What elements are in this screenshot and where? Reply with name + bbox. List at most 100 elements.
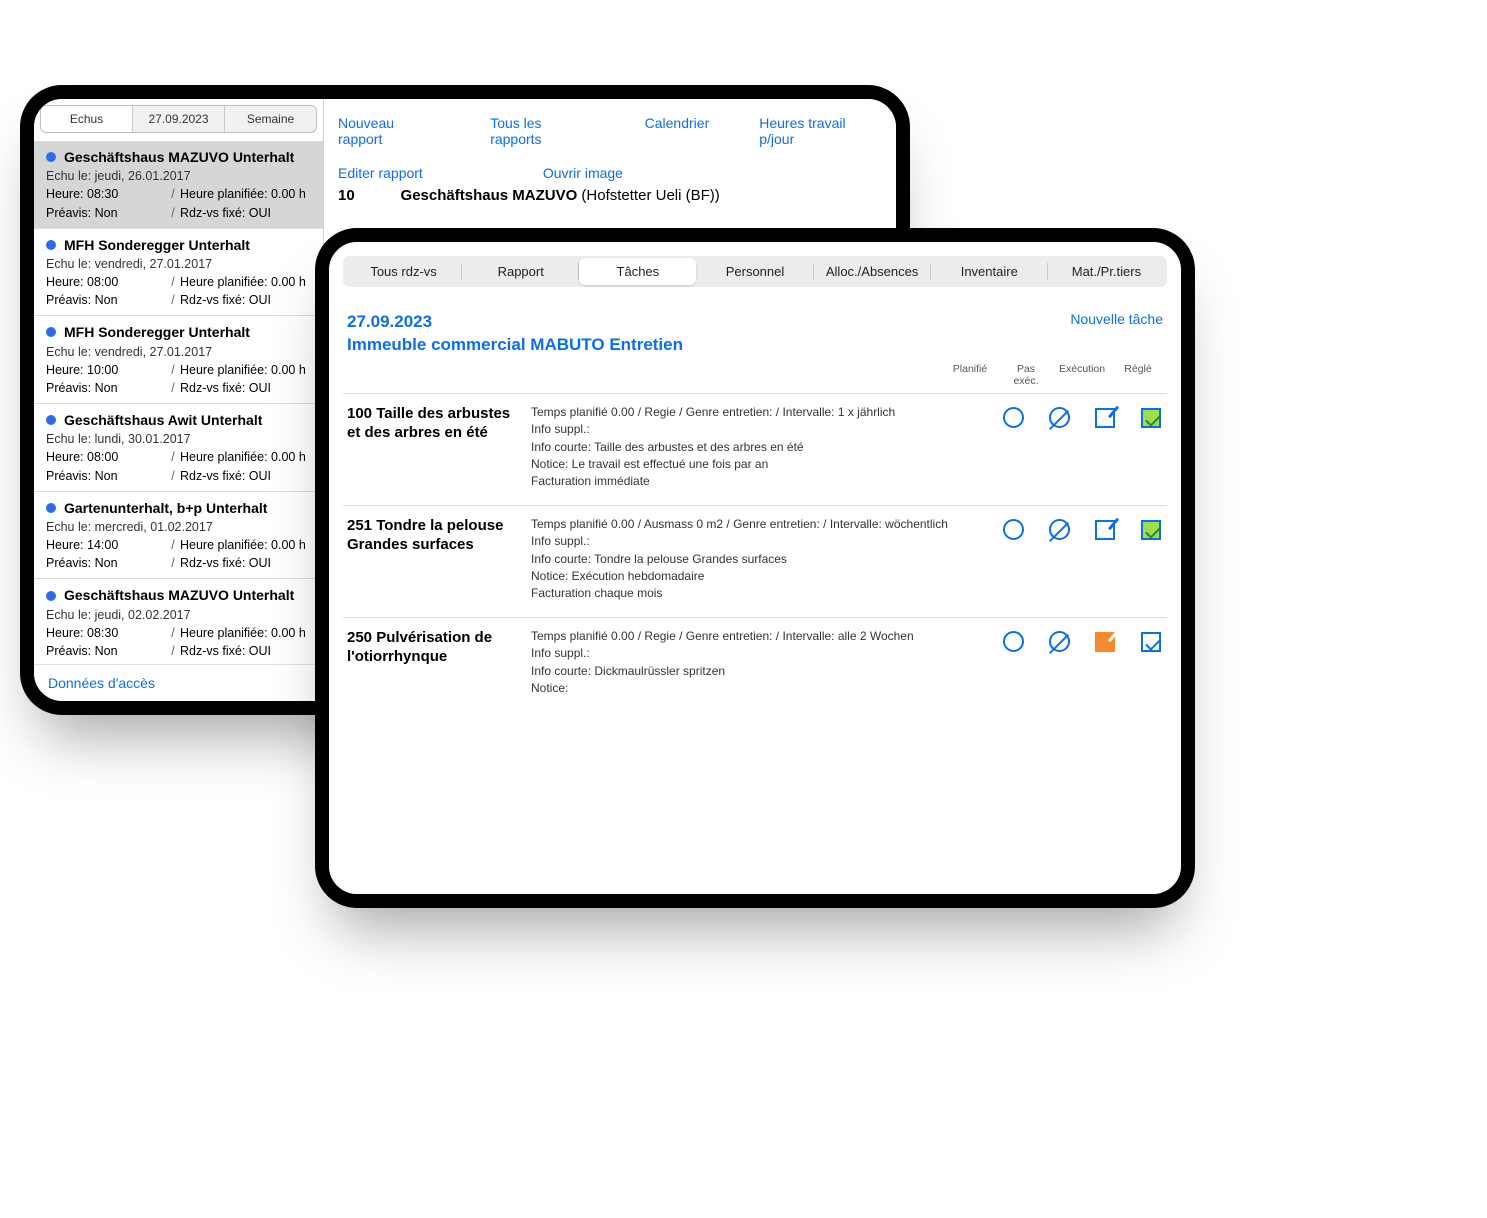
- status-dot-icon: [46, 503, 56, 513]
- tab-personnel[interactable]: Personnel: [696, 258, 813, 285]
- column-header: Planifié: [947, 363, 993, 387]
- segment-27-09-2023[interactable]: 27.09.2023: [133, 106, 225, 132]
- tab-alloc-absences[interactable]: Alloc./Absences: [814, 258, 931, 285]
- item-heure: Heure: 08:30: [46, 624, 166, 642]
- task-info-suppl: Info suppl.:: [531, 645, 987, 662]
- execution-icon[interactable]: [1093, 630, 1117, 654]
- link-heures-travail-p-jour[interactable]: Heures travail p/jour: [759, 115, 882, 147]
- list-item[interactable]: Gartenunterhalt, b+p UnterhaltEchu le: m…: [34, 492, 323, 580]
- item-planifiee: Heure planifiée: 0.00 h: [180, 273, 306, 291]
- task-title: 250 Pulvérisation de l'otiorrhynque: [347, 628, 517, 698]
- planned-icon[interactable]: [1001, 630, 1025, 654]
- task-info-courte: Info courte: Tondre la pelouse Grandes s…: [531, 551, 987, 568]
- item-planifiee: Heure planifiée: 0.00 h: [180, 624, 306, 642]
- item-planifiee: Heure planifiée: 0.00 h: [180, 536, 306, 554]
- link-calendrier[interactable]: Calendrier: [645, 115, 710, 147]
- tab-rapport[interactable]: Rapport: [462, 258, 579, 285]
- segment-echus[interactable]: Echus: [41, 106, 133, 132]
- header-date: 27.09.2023: [347, 311, 683, 334]
- list-item[interactable]: MFH Sonderegger UnterhaltEchu le: vendre…: [34, 316, 323, 404]
- column-header: Réglé: [1115, 363, 1161, 387]
- settled-icon[interactable]: [1139, 630, 1163, 654]
- segment-semaine[interactable]: Semaine: [225, 106, 316, 132]
- status-dot-icon: [46, 415, 56, 425]
- item-planifiee: Heure planifiée: 0.00 h: [180, 185, 306, 203]
- item-rdz: Rdz-vs fixé: OUI: [180, 204, 271, 222]
- item-title: Geschäftshaus MAZUVO Unterhalt: [64, 147, 294, 167]
- list-item[interactable]: Geschäftshaus MAZUVO UnterhaltEchu le: j…: [34, 579, 323, 664]
- item-echu: Echu le: jeudi, 26.01.2017: [46, 167, 313, 185]
- access-data-link[interactable]: Données d'accès: [34, 664, 323, 701]
- tasks-list: 100 Taille des arbustes et des arbres en…: [343, 393, 1167, 711]
- row-links: Editer rapport Ouvrir image: [338, 165, 882, 187]
- task-info-suppl: Info suppl.:: [531, 421, 987, 438]
- detail-header: 10 Geschäftshaus MAZUVO (Hofstetter Ueli…: [338, 187, 882, 204]
- task-notice: Notice:: [531, 680, 987, 697]
- item-title: MFH Sonderegger Unterhalt: [64, 235, 250, 255]
- task-meta: Temps planifié 0.00 / Regie / Genre entr…: [531, 628, 987, 645]
- list-item[interactable]: Geschäftshaus Awit UnterhaltEchu le: lun…: [34, 404, 323, 492]
- new-task-link[interactable]: Nouvelle tâche: [1070, 311, 1163, 327]
- item-rdz: Rdz-vs fixé: OUI: [180, 642, 271, 660]
- item-echu: Echu le: vendredi, 27.01.2017: [46, 343, 313, 361]
- item-preavis: Préavis: Non: [46, 379, 166, 397]
- columns-header: PlanifiéPas exéc.ExécutionRéglé: [343, 363, 1167, 393]
- task-title: 100 Taille des arbustes et des arbres en…: [347, 404, 517, 491]
- settled-icon[interactable]: [1139, 406, 1163, 430]
- status-dot-icon: [46, 327, 56, 337]
- item-preavis: Préavis: Non: [46, 642, 166, 660]
- list-item[interactable]: Geschäftshaus MAZUVO UnterhaltEchu le: j…: [34, 141, 323, 229]
- item-title: Gartenunterhalt, b+p Unterhalt: [64, 498, 267, 518]
- top-links: Nouveau rapport Tous les rapports Calendri…: [338, 109, 882, 165]
- link-ouvrir-image[interactable]: Ouvrir image: [543, 165, 623, 181]
- task-billing: Facturation chaque mois: [531, 585, 987, 602]
- execution-icon[interactable]: [1093, 406, 1117, 430]
- sidebar: Echus27.09.2023Semaine Geschäftshaus MAZ…: [34, 99, 324, 701]
- tab-t-ches[interactable]: Tâches: [579, 258, 696, 285]
- task-notice: Notice: Le travail est effectué une fois…: [531, 456, 987, 473]
- item-title: Geschäftshaus Awit Unterhalt: [64, 410, 262, 430]
- tab-mat-pr-tiers[interactable]: Mat./Pr.tiers: [1048, 258, 1165, 285]
- task-billing: Facturation immédiate: [531, 473, 987, 490]
- status-dot-icon: [46, 591, 56, 601]
- column-header: Pas exéc.: [1003, 363, 1049, 387]
- link-tous-les-rapports[interactable]: Tous les rapports: [490, 115, 594, 147]
- appointments-list: Geschäftshaus MAZUVO UnterhaltEchu le: j…: [34, 141, 323, 664]
- task-info-suppl: Info suppl.:: [531, 533, 987, 550]
- item-heure: Heure: 14:00: [46, 536, 166, 554]
- item-rdz: Rdz-vs fixé: OUI: [180, 467, 271, 485]
- task-row: 251 Tondre la pelouse Grandes surfacesTe…: [343, 505, 1167, 617]
- planned-icon[interactable]: [1001, 518, 1025, 542]
- tab-tous-rdz-vs[interactable]: Tous rdz-vs: [345, 258, 462, 285]
- task-info-courte: Info courte: Dickmaulrüssler spritzen: [531, 663, 987, 680]
- link-editer-rapport[interactable]: Editer rapport: [338, 165, 423, 181]
- item-preavis: Préavis: Non: [46, 291, 166, 309]
- item-echu: Echu le: vendredi, 27.01.2017: [46, 255, 313, 273]
- item-echu: Echu le: jeudi, 02.02.2017: [46, 606, 313, 624]
- item-planifiee: Heure planifiée: 0.00 h: [180, 361, 306, 379]
- item-title: MFH Sonderegger Unterhalt: [64, 322, 250, 342]
- detail-subtitle: (Hofstetter Ueli (BF)): [581, 187, 719, 204]
- not-executed-icon[interactable]: [1047, 518, 1071, 542]
- tablet-front: Tous rdz-vsRapportTâchesPersonnelAlloc./…: [315, 228, 1195, 908]
- execution-icon[interactable]: [1093, 518, 1117, 542]
- item-preavis: Préavis: Non: [46, 554, 166, 572]
- item-heure: Heure: 08:00: [46, 273, 166, 291]
- task-meta: Temps planifié 0.00 / Ausmass 0 m2 / Gen…: [531, 516, 987, 533]
- item-rdz: Rdz-vs fixé: OUI: [180, 291, 271, 309]
- item-rdz: Rdz-vs fixé: OUI: [180, 554, 271, 572]
- status-dot-icon: [46, 240, 56, 250]
- tab-bar: Tous rdz-vsRapportTâchesPersonnelAlloc./…: [343, 256, 1167, 287]
- settled-icon[interactable]: [1139, 518, 1163, 542]
- task-row: 100 Taille des arbustes et des arbres en…: [343, 393, 1167, 505]
- link-nouveau-rapport[interactable]: Nouveau rapport: [338, 115, 440, 147]
- tab-inventaire[interactable]: Inventaire: [931, 258, 1048, 285]
- task-info-courte: Info courte: Taille des arbustes et des …: [531, 439, 987, 456]
- not-executed-icon[interactable]: [1047, 630, 1071, 654]
- task-row: 250 Pulvérisation de l'otiorrhynque Temps…: [343, 617, 1167, 712]
- list-item[interactable]: MFH Sonderegger UnterhaltEchu le: vendre…: [34, 229, 323, 317]
- item-planifiee: Heure planifiée: 0.00 h: [180, 448, 306, 466]
- detail-title: Geschäftshaus MAZUVO: [401, 187, 578, 204]
- planned-icon[interactable]: [1001, 406, 1025, 430]
- not-executed-icon[interactable]: [1047, 406, 1071, 430]
